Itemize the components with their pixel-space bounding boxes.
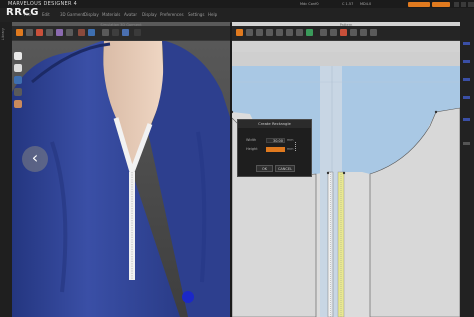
zoom-tool-icon[interactable]	[102, 29, 109, 36]
fabric-icon[interactable]	[14, 76, 22, 84]
menu-materials[interactable]: Materials	[102, 11, 120, 19]
library-label[interactable]: Library	[1, 28, 5, 40]
menu-display[interactable]: Display	[84, 11, 99, 19]
texture-tool-icon[interactable]	[56, 29, 63, 36]
grid-tool-icon[interactable]	[320, 29, 327, 36]
fabric-swatch[interactable]	[463, 42, 470, 45]
rectangle-tool-icon[interactable]	[266, 29, 273, 36]
width-unit: mm	[287, 138, 294, 142]
menu-help[interactable]: Help	[208, 11, 217, 19]
cancel-button[interactable]: CANCEL	[275, 165, 295, 172]
circle-tool-icon[interactable]	[276, 29, 283, 36]
trace-tool-icon[interactable]	[330, 29, 337, 36]
move-tool-icon[interactable]	[26, 29, 33, 36]
garment-render	[12, 22, 230, 317]
close-button[interactable]	[468, 2, 474, 7]
garment-3d-view[interactable]: Simulation 3D Garment	[12, 22, 230, 317]
watermark-logo: RRCG	[6, 7, 39, 18]
dart-tool-icon[interactable]	[286, 29, 293, 36]
fabric-swatch[interactable]	[463, 60, 470, 63]
pin-tool-icon[interactable]	[36, 29, 43, 36]
dialog-title: Create Rectangle	[238, 120, 311, 128]
text-tool-icon[interactable]	[370, 29, 377, 36]
transform-tool-icon[interactable]	[236, 29, 243, 36]
menu-display-2[interactable]: Display	[142, 11, 157, 19]
sewing-tool-icon[interactable]	[296, 29, 303, 36]
menu-settings[interactable]: Settings	[188, 11, 204, 19]
height-label: Height	[246, 147, 258, 151]
title-bar: MARVELOUS DESIGNER 4 Mdc Conf0 C 1.57 MD…	[0, 0, 474, 8]
width-label: Width	[246, 138, 257, 142]
minimize-button[interactable]	[454, 2, 459, 7]
camera-tool-icon[interactable]	[122, 29, 129, 36]
fold-tool-icon[interactable]	[46, 29, 53, 36]
toolbar-3d	[12, 26, 230, 41]
polygon-tool-icon[interactable]	[256, 29, 263, 36]
edit-point-icon[interactable]	[246, 29, 253, 36]
height-field[interactable]	[266, 147, 285, 152]
status-mode: Mdc Conf0	[300, 2, 319, 6]
zipper-pin	[182, 291, 194, 303]
ok-button[interactable]: OK	[256, 165, 273, 172]
status-coords: C 1.57	[342, 2, 354, 6]
fabric-swatch[interactable]	[463, 142, 470, 145]
extra-tool-icon[interactable]	[134, 29, 141, 36]
width-field[interactable]: 30.00	[266, 138, 285, 143]
fabric-swatch[interactable]	[463, 96, 470, 99]
create-rectangle-dialog: Create Rectangle Width 30.00 mm Height m…	[237, 119, 312, 177]
menu-preferences[interactable]: Preferences	[160, 11, 184, 19]
button-tool-icon[interactable]	[360, 29, 367, 36]
menu-avatar[interactable]: Avatar	[124, 11, 137, 19]
select-tool-icon[interactable]	[16, 29, 23, 36]
right-property-strip	[460, 22, 474, 317]
fabric-swatch[interactable]	[463, 78, 470, 81]
layers-icon[interactable]	[14, 88, 22, 96]
simulate-tool-icon[interactable]	[88, 29, 95, 36]
cut-tool-icon[interactable]	[66, 29, 73, 36]
menu-bar: File Edit 3D Garment Display Materials A…	[0, 8, 474, 23]
menu-edit[interactable]: Edit	[42, 11, 50, 19]
menu-3d-garment[interactable]: 3D Garment	[60, 11, 84, 19]
fabric-swatch[interactable]	[463, 118, 470, 121]
tack-tool-icon[interactable]	[340, 29, 347, 36]
notch-tool-icon[interactable]	[350, 29, 357, 36]
maximize-button[interactable]	[461, 2, 466, 7]
height-unit: mm	[287, 147, 294, 151]
avatar-icon[interactable]	[14, 52, 22, 60]
status-version: MD4.0	[360, 2, 372, 6]
avatar-tool-icon[interactable]	[78, 29, 85, 36]
face-icon[interactable]	[14, 100, 22, 108]
spinner-icon[interactable]	[295, 142, 298, 151]
avatar-pose-icon[interactable]	[14, 64, 22, 72]
orange-action-button-2[interactable]	[432, 2, 450, 7]
toolbar-2d	[232, 26, 460, 41]
chevron-left-icon[interactable]: ‹	[22, 146, 48, 172]
orange-action-button[interactable]	[408, 2, 430, 7]
view-tool-icon[interactable]	[112, 29, 119, 36]
seam-tool-icon[interactable]	[306, 29, 313, 36]
